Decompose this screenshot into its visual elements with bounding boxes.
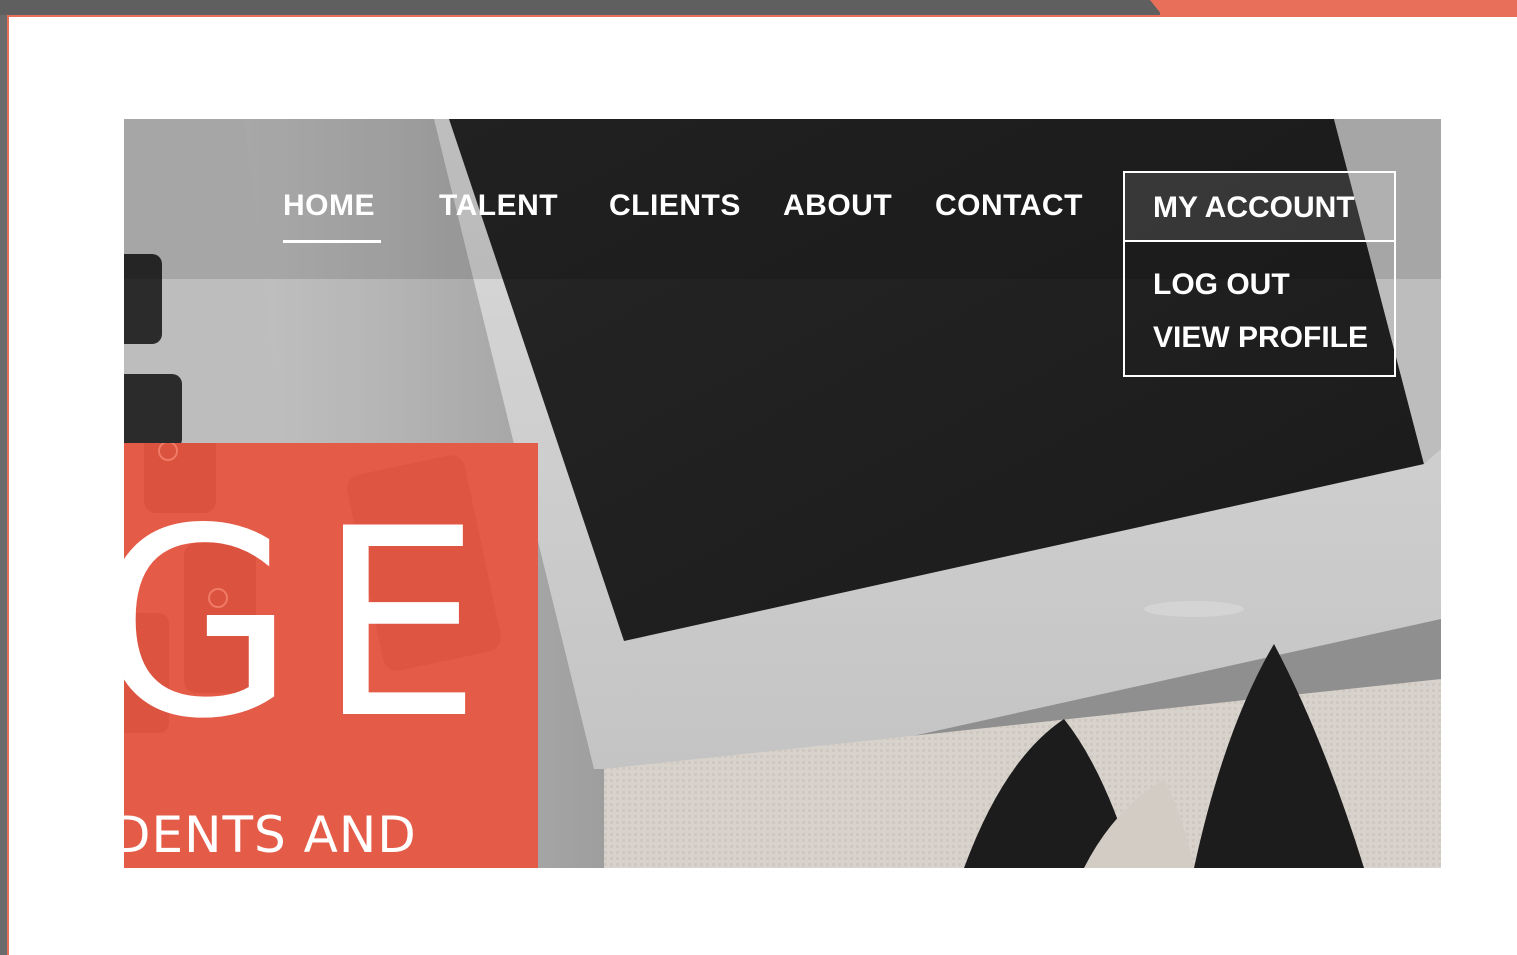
hero-heading-fragment: GE	[124, 474, 504, 776]
nav-active-underline	[283, 240, 381, 243]
log-out-menu-item[interactable]: LOG OUT	[1153, 267, 1290, 303]
frame-top-line	[0, 15, 1517, 17]
nav-item-contact[interactable]: CONTACT	[935, 188, 1083, 224]
hero-text-panel: GE DENTS AND	[124, 443, 538, 868]
nav-item-about[interactable]: ABOUT	[783, 188, 892, 224]
frame-left-line	[7, 15, 9, 955]
nav-item-home[interactable]: HOME	[283, 188, 375, 224]
my-account-label: MY ACCOUNT	[1153, 191, 1355, 224]
nav-item-clients[interactable]: CLIENTS	[609, 188, 741, 224]
top-accent-bar	[1160, 0, 1517, 15]
frame-left-border	[0, 15, 7, 955]
main-navigation: HOME TALENT CLIENTS ABOUT CONTACT MY ACC…	[124, 119, 1441, 377]
view-profile-menu-item[interactable]: VIEW PROFILE	[1153, 320, 1368, 356]
account-dropdown: MY ACCOUNT LOG OUT VIEW PROFILE	[1123, 171, 1396, 377]
hero-subtitle-fragment: DENTS AND	[124, 806, 417, 864]
nav-item-talent[interactable]: TALENT	[439, 188, 558, 224]
hero-section: HOME TALENT CLIENTS ABOUT CONTACT MY ACC…	[124, 119, 1441, 868]
my-account-button[interactable]: MY ACCOUNT	[1125, 173, 1394, 242]
